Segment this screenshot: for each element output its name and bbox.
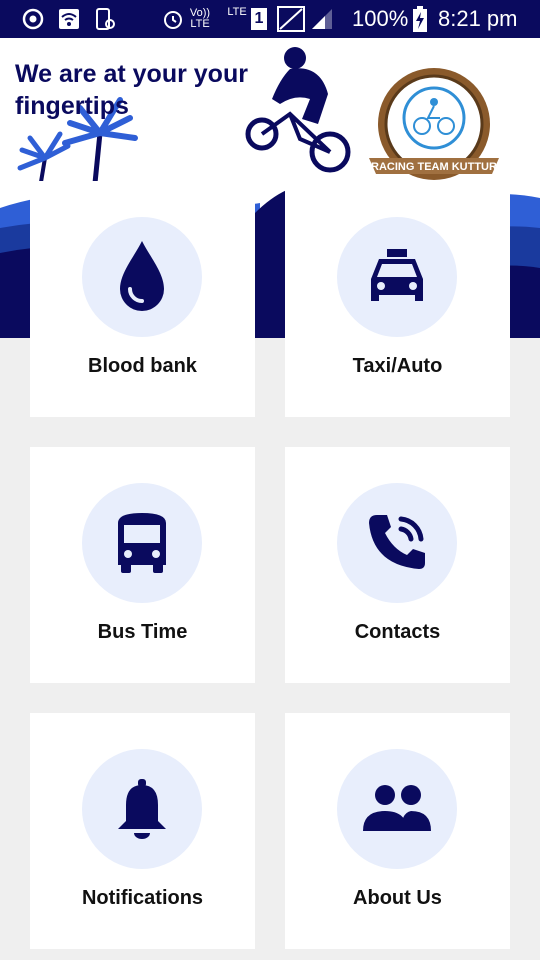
wifi-hotspot-icon [56, 0, 82, 38]
blood-bank-icon-circle [82, 217, 202, 337]
logo-text: RACING TEAM KUTTUR [371, 161, 497, 173]
phone-call-icon [369, 515, 425, 569]
phone-settings-icon [92, 0, 118, 38]
people-icon [363, 785, 431, 831]
taxi-auto-label: Taxi/Auto [352, 355, 443, 377]
taxi-icon-circle [337, 217, 457, 337]
contacts-card[interactable]: Contacts [285, 447, 510, 683]
contacts-icon-circle [337, 483, 457, 603]
blood-drop-icon [120, 241, 164, 311]
volte-icon: Vo)) LTE [186, 0, 214, 38]
blood-bank-card[interactable]: Blood bank [30, 181, 255, 417]
volte-bottom-text: LTE [190, 18, 210, 30]
bus-time-label: Bus Time [97, 621, 188, 643]
battery-charging-icon [412, 0, 428, 38]
signal-icon [276, 0, 306, 38]
notifications-icon-circle [82, 749, 202, 869]
status-bar: Vo)) LTE LTE 1 100% 8:21 pm [0, 0, 540, 38]
blood-bank-label: Blood bank [88, 355, 197, 377]
racing-team-logo: RACING TEAM KUTTUR [369, 68, 499, 180]
taxi-icon [371, 249, 423, 301]
about-us-label: About Us [353, 887, 442, 909]
alarm-icon [160, 0, 186, 38]
sim-number: 1 [251, 8, 267, 30]
battery-percentage: 100% [352, 6, 409, 31]
sim-badge: 1 [250, 0, 268, 38]
header-title: We are at your your fingertips [15, 60, 248, 120]
cyclist-icon [245, 47, 351, 173]
bus-icon-circle [82, 483, 202, 603]
taxi-auto-card[interactable]: Taxi/Auto [285, 181, 510, 417]
notifications-card[interactable]: Notifications [30, 713, 255, 949]
bell-icon [118, 779, 166, 839]
about-us-icon-circle [337, 749, 457, 869]
about-us-card[interactable]: About Us [285, 713, 510, 949]
data-saver-icon [20, 0, 46, 38]
contacts-label: Contacts [354, 621, 441, 643]
bus-icon [118, 513, 166, 573]
bus-time-card[interactable]: Bus Time [30, 447, 255, 683]
signal-bars-icon [310, 0, 334, 38]
notifications-label: Notifications [81, 887, 204, 909]
clock: 8:21 pm [438, 6, 518, 31]
